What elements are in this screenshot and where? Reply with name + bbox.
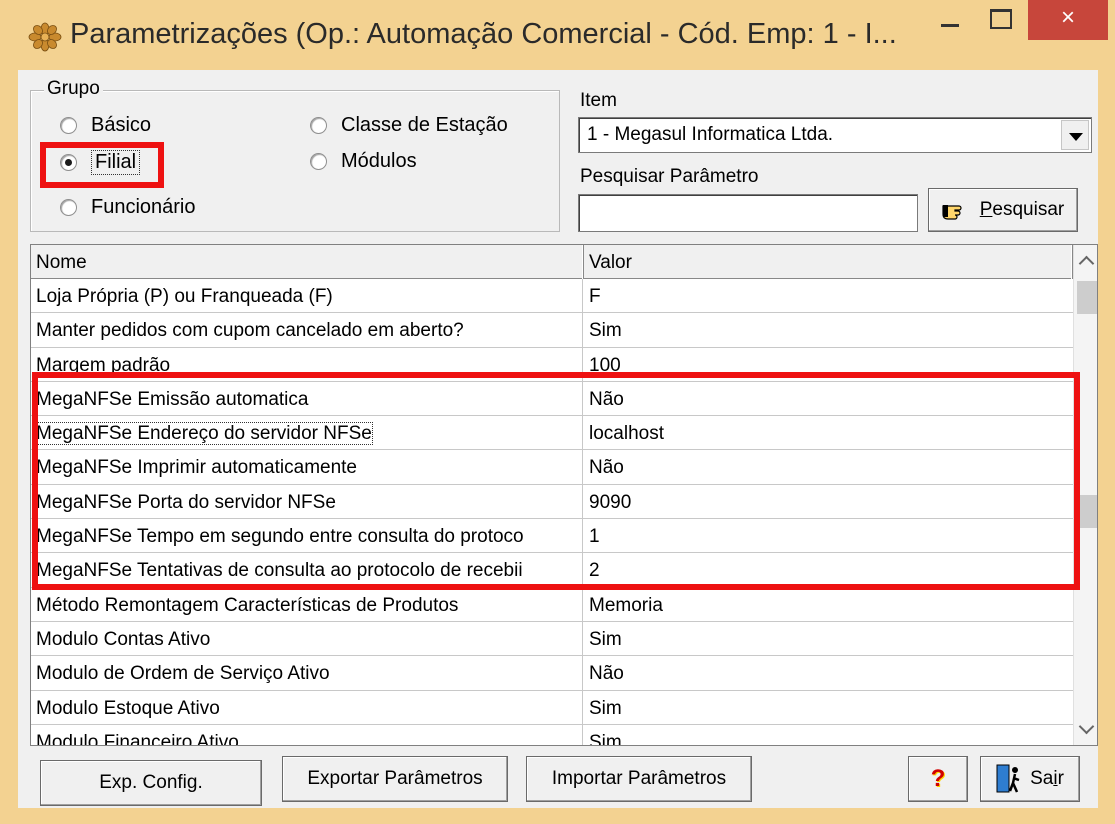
radio-dot	[310, 117, 327, 134]
meganfse-highlight-box	[32, 372, 1080, 590]
radio-basico-label: Básico	[91, 114, 152, 136]
help-icon: ?	[930, 765, 946, 792]
cell-nome[interactable]: Modulo de Ordem de Serviço Ativo	[31, 656, 583, 691]
scroll-up-icon[interactable]	[1074, 245, 1097, 275]
pesquisar-button[interactable]: Pesquisar	[928, 188, 1078, 232]
minimize-button[interactable]	[924, 0, 976, 40]
table-row[interactable]: Modulo Estoque Ativo Sim	[31, 690, 1073, 725]
cell-valor[interactable]: Não	[584, 656, 1072, 690]
cell-nome[interactable]: Loja Própria (P) ou Franqueada (F)	[31, 279, 583, 313]
exp-config-button[interactable]: Exp. Config.	[40, 760, 262, 806]
grupo-legend: Grupo	[44, 78, 103, 100]
cell-nome[interactable]: Modulo Estoque Ativo	[31, 690, 583, 725]
cell-valor[interactable]: Memoria	[584, 588, 1072, 622]
cell-valor[interactable]: Sim	[584, 725, 1072, 745]
cell-nome-text: Manter pedidos com cupom cancelado em ab…	[36, 320, 464, 342]
app-flower-icon	[28, 22, 62, 52]
radio-classe-estacao[interactable]: Classe de Estação	[310, 114, 508, 137]
cell-valor[interactable]: Sim	[584, 313, 1072, 347]
cell-nome[interactable]: Manter pedidos com cupom cancelado em ab…	[31, 313, 583, 348]
radio-modulos[interactable]: Módulos	[310, 150, 417, 173]
sair-button[interactable]: Sair	[980, 756, 1080, 802]
cell-nome-text: Modulo Contas Ativo	[36, 628, 211, 650]
importar-parametros-button[interactable]: Importar Parâmetros	[526, 756, 752, 802]
scrollbar-thumb-secondary[interactable]	[1077, 495, 1097, 528]
title-bar[interactable]: Parametrizações (Op.: Automação Comercia…	[0, 0, 1115, 70]
column-header-nome[interactable]: Nome	[31, 245, 584, 279]
cell-nome-text: Método Remontagem Características de Pro…	[36, 594, 459, 616]
cell-nome[interactable]: Método Remontagem Características de Pro…	[31, 587, 583, 622]
radio-funcionario[interactable]: Funcionário	[60, 196, 196, 219]
maximize-button[interactable]	[976, 0, 1028, 40]
cell-nome[interactable]: Modulo Financeiro Ativo	[31, 724, 583, 746]
scroll-down-icon[interactable]	[1074, 715, 1097, 745]
table-row[interactable]: Modulo Contas Ativo Sim	[31, 621, 1073, 657]
dialog-client-area: Grupo Básico Filial Funcionário Classe d…	[18, 70, 1098, 808]
radio-dot	[310, 153, 327, 170]
item-select-value: 1 - Megasul Informatica Ltda.	[587, 124, 834, 145]
radio-basico[interactable]: Básico	[60, 114, 151, 137]
cell-valor[interactable]: F	[584, 279, 1072, 313]
cell-valor[interactable]: Sim	[584, 622, 1072, 656]
grid-header: Nome Valor	[31, 245, 1073, 279]
radio-dot	[60, 117, 77, 134]
chevron-down-icon[interactable]	[1061, 120, 1089, 150]
close-button[interactable]: ×	[1028, 0, 1108, 40]
cell-valor[interactable]: Sim	[584, 691, 1072, 725]
window-title: Parametrizações (Op.: Automação Comercia…	[70, 18, 897, 50]
filial-highlight-box	[40, 142, 164, 188]
table-row[interactable]: Método Remontagem Características de Pro…	[31, 587, 1073, 622]
app-window: Parametrizações (Op.: Automação Comercia…	[0, 0, 1115, 824]
search-label: Pesquisar Parâmetro	[580, 166, 759, 187]
column-header-valor[interactable]: Valor	[584, 245, 1073, 279]
exit-door-icon	[996, 764, 1020, 793]
radio-modulos-label: Módulos	[341, 150, 417, 172]
radio-dot	[60, 199, 77, 216]
item-select[interactable]: 1 - Megasul Informatica Ltda.	[578, 117, 1092, 153]
pointing-hand-icon	[942, 205, 962, 220]
table-row[interactable]: Modulo Financeiro Ativo Sim	[31, 724, 1073, 746]
exportar-parametros-button[interactable]: Exportar Parâmetros	[282, 756, 508, 802]
scrollbar-thumb[interactable]	[1077, 281, 1097, 314]
search-input[interactable]	[578, 194, 918, 232]
table-row[interactable]: Loja Própria (P) ou Franqueada (F) F	[31, 279, 1073, 314]
sair-label: Sair	[1030, 768, 1064, 789]
pesquisar-label: Pesquisar	[979, 199, 1065, 220]
cell-nome[interactable]: Modulo Contas Ativo	[31, 621, 583, 656]
table-row[interactable]: Modulo de Ordem de Serviço Ativo Não	[31, 656, 1073, 691]
radio-classe-label: Classe de Estação	[341, 114, 508, 136]
item-label: Item	[580, 90, 617, 111]
table-row[interactable]: Manter pedidos com cupom cancelado em ab…	[31, 313, 1073, 348]
cell-nome-text: Modulo Estoque Ativo	[36, 697, 220, 719]
cell-nome-text: Modulo de Ordem de Serviço Ativo	[36, 663, 330, 685]
radio-funcionario-label: Funcionário	[91, 196, 196, 218]
help-button[interactable]: ?	[908, 756, 968, 802]
cell-nome-text: Modulo Financeiro Ativo	[36, 731, 239, 746]
cell-nome-text: Loja Própria (P) ou Franqueada (F)	[36, 286, 333, 307]
